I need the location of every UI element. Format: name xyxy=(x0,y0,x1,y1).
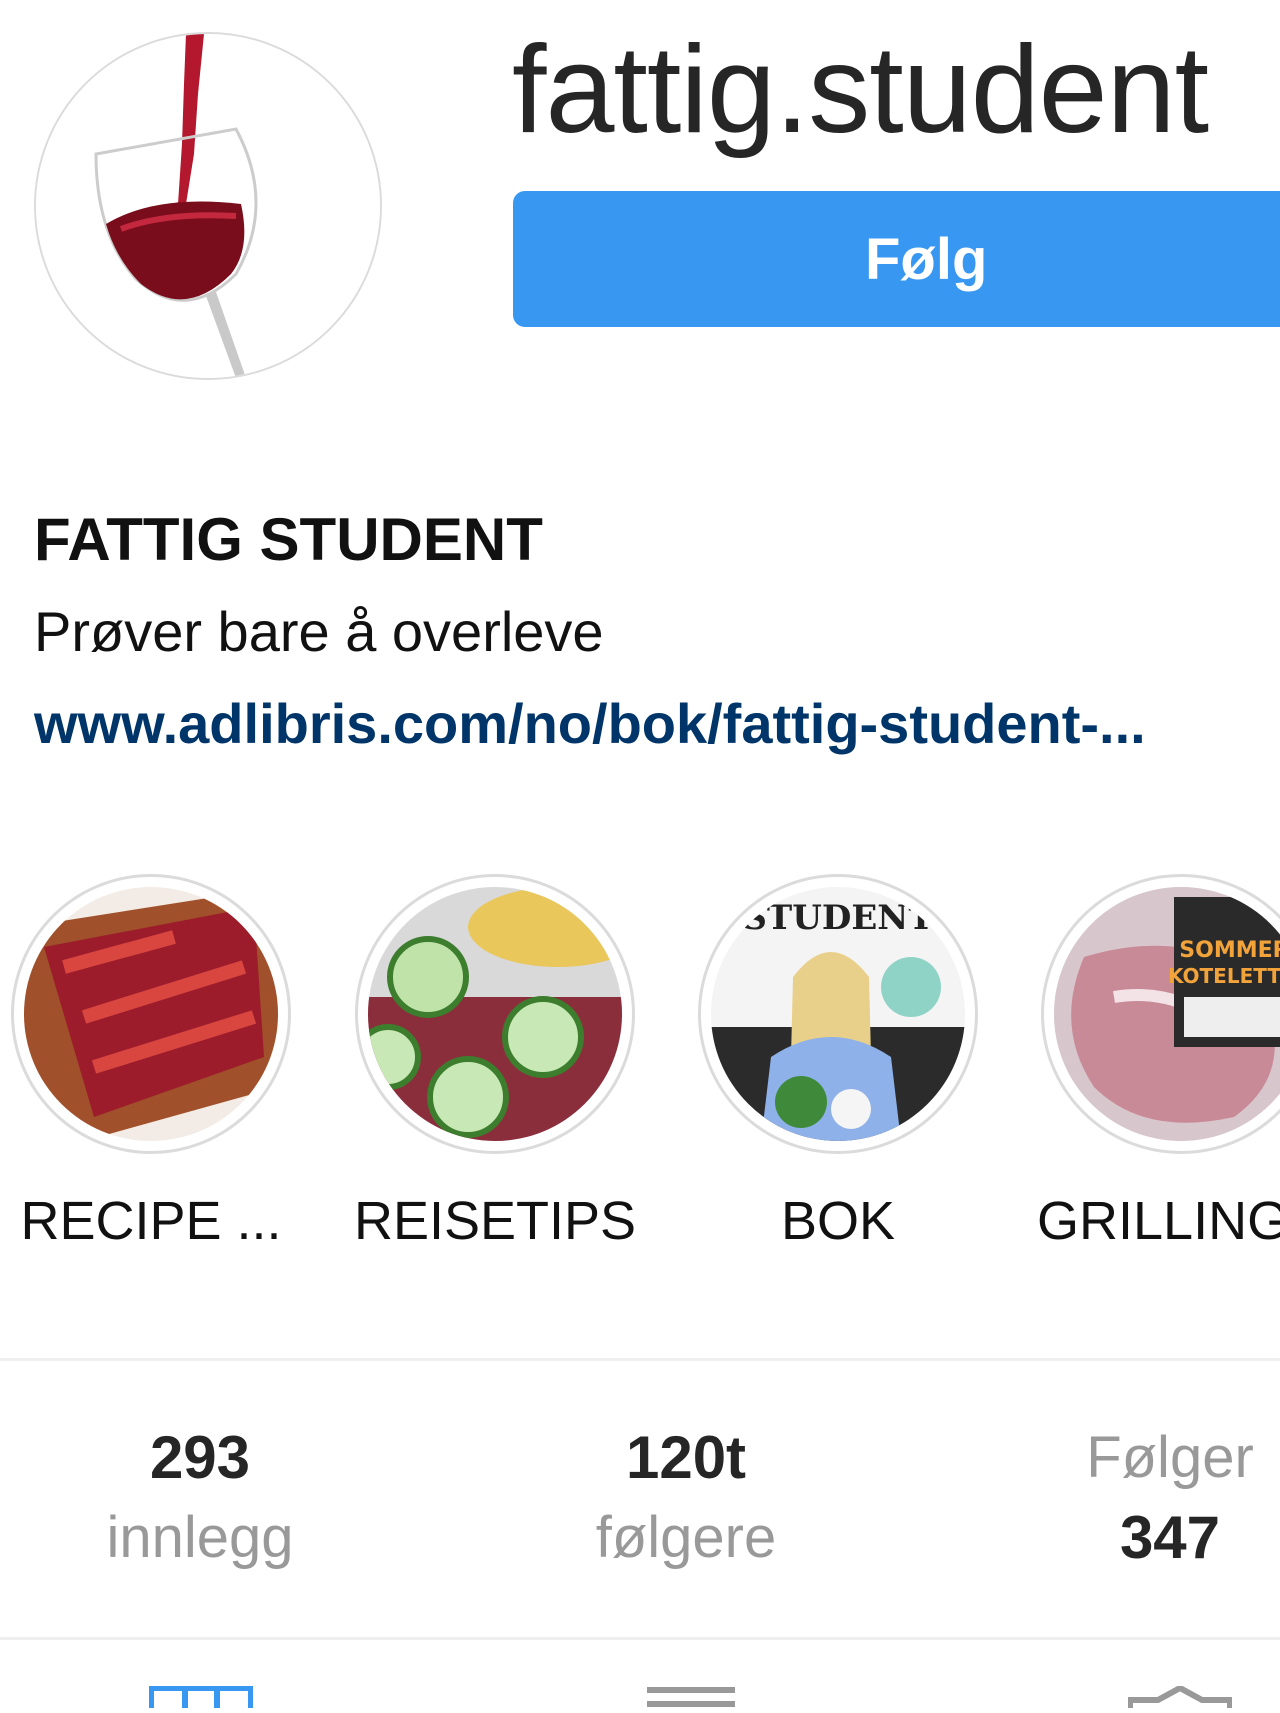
posts-count: 293 xyxy=(149,1424,251,1491)
divider xyxy=(0,1358,1280,1361)
follow-button[interactable]: Følg xyxy=(513,191,1280,327)
divider xyxy=(0,1637,1280,1640)
grid-icon[interactable] xyxy=(148,1685,254,1713)
stat-following[interactable]: Følger 347 xyxy=(1030,1418,1280,1578)
highlight-cover-image: STUDENT xyxy=(711,887,965,1141)
svg-text:SOMMER-: SOMMER- xyxy=(1179,938,1280,963)
tagged-icon[interactable] xyxy=(1127,1684,1233,1708)
highlight-cover-image xyxy=(368,887,622,1141)
highlight-reisetips[interactable] xyxy=(355,874,635,1154)
profile-avatar[interactable] xyxy=(34,32,382,380)
highlight-bok[interactable]: STUDENT xyxy=(698,874,978,1154)
highlight-label: RECIPE ... xyxy=(20,1191,282,1251)
following-label: Følger xyxy=(1086,1425,1254,1490)
followers-count: 120t xyxy=(625,1424,747,1491)
highlight-label: REISETIPS xyxy=(353,1191,637,1251)
highlight-cover-image: SOMMER- KOTELETTER xyxy=(1054,887,1280,1141)
list-icon[interactable] xyxy=(647,1686,735,1708)
svg-text:KOTELETTER: KOTELETTER xyxy=(1168,964,1280,988)
svg-text:STUDENT: STUDENT xyxy=(742,898,933,938)
highlight-recipe[interactable] xyxy=(11,874,291,1154)
wine-glass-image xyxy=(36,34,380,378)
followers-label: følgere xyxy=(595,1505,777,1570)
posts-label: innlegg xyxy=(106,1505,294,1570)
full-name: FATTIG STUDENT xyxy=(34,506,543,573)
highlight-cover-image xyxy=(24,887,278,1141)
highlight-grilling[interactable]: SOMMER- KOTELETTER xyxy=(1041,874,1280,1154)
highlight-label: GRILLING xyxy=(1037,1191,1280,1251)
highlight-label: BOK xyxy=(780,1191,896,1251)
stat-followers[interactable]: 120t følgere xyxy=(546,1418,826,1578)
username: fattig.student xyxy=(512,21,1209,159)
stat-posts[interactable]: 293 innlegg xyxy=(60,1418,340,1578)
bio-link[interactable]: www.adlibris.com/no/bok/fattig-student-.… xyxy=(34,686,1146,762)
following-count: 347 xyxy=(1119,1504,1221,1571)
bio-text: Prøver bare å overleve xyxy=(34,600,604,663)
